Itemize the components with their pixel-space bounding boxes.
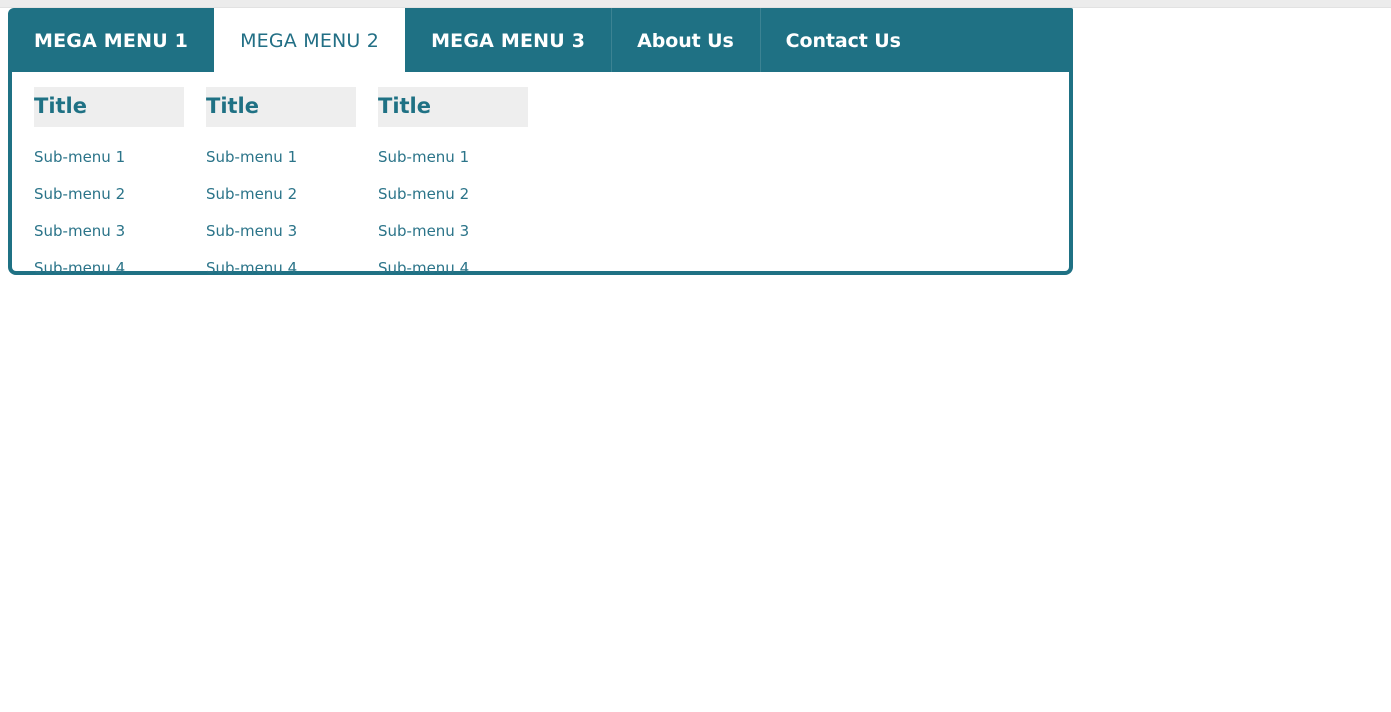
dropdown-column-title: Title (34, 87, 184, 127)
page-top-edge-band (0, 0, 1391, 8)
submenu-list-item: Sub-menu 2 (34, 176, 184, 213)
submenu-link[interactable]: Sub-menu 4 (34, 250, 184, 287)
dropdown-column-title: Title (206, 87, 356, 127)
submenu-list-item: Sub-menu 1 (34, 139, 184, 176)
nav-tab-about-us[interactable]: About Us (611, 8, 760, 73)
submenu-list-item: Sub-menu 4 (34, 250, 184, 287)
submenu-list: Sub-menu 1 Sub-menu 2 Sub-menu 3 Sub-menu 4 (34, 139, 184, 287)
submenu-list-item: Sub-menu 4 (378, 250, 528, 287)
submenu-link[interactable]: Sub-menu 4 (206, 250, 356, 287)
submenu-list-item: Sub-menu 3 (378, 213, 528, 250)
submenu-link[interactable]: Sub-menu 2 (206, 176, 356, 213)
dropdown-column: Title Sub-menu 1 Sub-menu 2 Sub-menu 3 Sub-m… (378, 87, 528, 287)
nav-tab-mega-menu-3[interactable]: MEGA MENU 3 (405, 8, 611, 73)
submenu-link[interactable]: Sub-menu 1 (378, 139, 528, 176)
submenu-link[interactable]: Sub-menu 3 (206, 213, 356, 250)
main-navigation-bar: MEGA MENU 1 MEGA MENU 2 MEGA MENU 3 About U… (8, 8, 1073, 73)
dropdown-column: Title Sub-menu 1 Sub-menu 2 Sub-menu 3 Sub-m… (206, 87, 356, 287)
submenu-list-item: Sub-menu 2 (378, 176, 528, 213)
submenu-link[interactable]: Sub-menu 2 (378, 176, 528, 213)
submenu-list-item: Sub-menu 3 (206, 213, 356, 250)
submenu-list-item: Sub-menu 2 (206, 176, 356, 213)
submenu-list-item: Sub-menu 4 (206, 250, 356, 287)
submenu-list-item: Sub-menu 1 (378, 139, 528, 176)
submenu-link[interactable]: Sub-menu 2 (34, 176, 184, 213)
nav-tab-mega-menu-2[interactable]: MEGA MENU 2 (214, 8, 406, 73)
mega-menu-widget: MEGA MENU 1 MEGA MENU 2 MEGA MENU 3 About U… (8, 8, 1073, 276)
nav-tab-contact-us[interactable]: Contact Us (759, 8, 927, 73)
nav-tab-mega-menu-1[interactable]: MEGA MENU 1 (8, 8, 214, 73)
submenu-link[interactable]: Sub-menu 4 (378, 250, 528, 287)
submenu-list-item: Sub-menu 1 (206, 139, 356, 176)
submenu-link[interactable]: Sub-menu 3 (34, 213, 184, 250)
submenu-link[interactable]: Sub-menu 1 (206, 139, 356, 176)
submenu-list: Sub-menu 1 Sub-menu 2 Sub-menu 3 Sub-menu 4 (378, 139, 528, 287)
dropdown-column: Title Sub-menu 1 Sub-menu 2 Sub-menu 3 Sub-m… (34, 87, 184, 287)
submenu-link[interactable]: Sub-menu 1 (34, 139, 184, 176)
submenu-list: Sub-menu 1 Sub-menu 2 Sub-menu 3 Sub-menu 4 (206, 139, 356, 287)
dropdown-column-title: Title (378, 87, 528, 127)
submenu-list-item: Sub-menu 3 (34, 213, 184, 250)
submenu-link[interactable]: Sub-menu 3 (378, 213, 528, 250)
mega-menu-dropdown-panel: Title Sub-menu 1 Sub-menu 2 Sub-menu 3 Sub-m… (8, 72, 1073, 276)
